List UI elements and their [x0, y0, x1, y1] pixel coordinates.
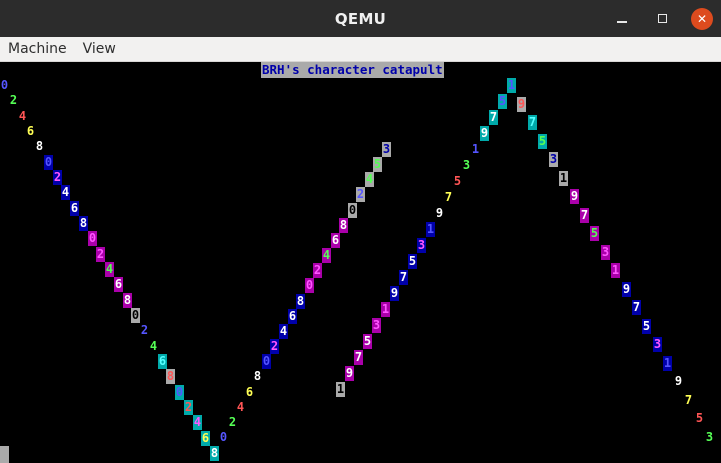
screen-glyph: 6 [158, 354, 167, 369]
screen-glyph: 8 [253, 369, 262, 383]
screen-glyph: 8 [166, 369, 175, 384]
screen-glyph: 2 [356, 187, 365, 202]
screen-glyph: 7 [444, 190, 453, 204]
screen-glyph: 7 [632, 300, 641, 315]
screen-glyph: 2 [140, 323, 149, 338]
screen-glyph: 7 [489, 110, 498, 125]
screen-glyph: 6 [331, 233, 340, 248]
screen-glyph: 2 [313, 263, 322, 278]
screen-glyph: 4 [61, 185, 70, 200]
screen-glyph: 5 [453, 174, 462, 188]
screen-glyph: 4 [193, 415, 202, 430]
screen-glyph: 6 [245, 385, 254, 399]
screen-glyph: 9 [622, 282, 631, 297]
screen-glyph: 9 [517, 97, 526, 112]
screen-glyph: 1 [663, 356, 672, 371]
screen-glyph: 1 [507, 78, 516, 93]
screen-glyph: 8 [339, 218, 348, 233]
screen-glyph: 4 [322, 248, 331, 263]
screen-glyph: 8 [210, 446, 219, 461]
screen-glyph: 3 [601, 245, 610, 260]
screen-glyph: 5 [538, 134, 547, 149]
screen-glyph: 9 [390, 286, 399, 301]
screen-glyph: 1 [611, 263, 620, 278]
screen-glyph: 3 [462, 158, 471, 172]
screen-glyph: 3 [705, 430, 714, 444]
screen-glyph: 9 [345, 366, 354, 381]
screen-glyph: 7 [528, 115, 537, 130]
screen-glyph: 5 [642, 319, 651, 334]
menu-view[interactable]: View [75, 41, 124, 57]
screen-glyph: 6 [288, 309, 297, 324]
vm-display[interactable]: BRH's character catapult 024680246802468… [0, 62, 721, 463]
screen-glyph: 0 [175, 385, 184, 400]
screen-glyph: 4 [149, 339, 158, 354]
screen-glyph: 1 [336, 382, 345, 397]
screen-glyph: 9 [435, 206, 444, 220]
window-titlebar[interactable]: QEMU ✕ [0, 0, 721, 37]
screen-glyph: 1 [471, 142, 480, 156]
screen-glyph: 4 [18, 109, 27, 123]
screen-glyph: 5 [373, 157, 382, 172]
screen-glyph: 8 [35, 139, 44, 153]
screen-glyph: 0 [88, 231, 97, 246]
screen-glyph: 1 [559, 171, 568, 186]
screen-glyph: 7 [580, 208, 589, 223]
screen-glyph: 3 [653, 337, 662, 352]
screen-glyph: 2 [53, 170, 62, 185]
screen-glyph: 2 [228, 415, 237, 429]
screen-glyph: 1 [426, 222, 435, 237]
screen-glyph: 1 [381, 302, 390, 317]
screen-glyph: 5 [695, 411, 704, 425]
screen-glyph: 0 [262, 354, 271, 369]
screen-glyph: 0 [0, 78, 9, 92]
screen-glyph: 2 [9, 93, 18, 107]
screen-glyph: 5 [363, 334, 372, 349]
screen-glyph: 0 [219, 430, 228, 444]
screen-glyph: 4 [365, 172, 374, 187]
screen-glyph: 8 [296, 294, 305, 309]
banner-text: BRH's character catapult [261, 62, 444, 78]
screen-glyph: 6 [70, 201, 79, 216]
screen-glyph: 5 [498, 94, 507, 109]
screen-glyph: 3 [372, 318, 381, 333]
close-icon[interactable]: ✕ [691, 7, 713, 30]
screen-glyph: 9 [674, 374, 683, 388]
screen-glyph: 9 [480, 126, 489, 141]
screen-glyph: 0 [131, 308, 140, 323]
screen-glyph: 9 [570, 189, 579, 204]
screen-glyph: 2 [270, 339, 279, 354]
screen-glyph: 3 [417, 238, 426, 253]
minimize-icon[interactable] [611, 8, 633, 30]
screen-glyph: 3 [382, 142, 391, 157]
text-cursor [0, 446, 9, 463]
screen-glyph: 2 [184, 400, 193, 415]
window-controls: ✕ [611, 0, 713, 37]
screen-glyph: 6 [26, 124, 35, 138]
screen-glyph: 3 [549, 152, 558, 167]
screen-glyph: 0 [348, 203, 357, 218]
screen-glyph: 7 [399, 270, 408, 285]
screen-glyph: 5 [408, 254, 417, 269]
screen-glyph: 8 [123, 293, 132, 308]
screen-glyph: 5 [590, 226, 599, 241]
screen-glyph: 0 [305, 278, 314, 293]
screen-glyph: 6 [201, 431, 210, 446]
screen-glyph: 7 [354, 350, 363, 365]
screen-glyph: 6 [114, 277, 123, 292]
menu-bar: Machine View [0, 37, 721, 62]
screen-glyph: 0 [44, 155, 53, 170]
screen-glyph: 4 [279, 324, 288, 339]
maximize-icon[interactable] [651, 8, 673, 30]
screen-glyph: 4 [105, 262, 114, 277]
screen-glyph: 2 [96, 247, 105, 262]
screen-glyph: 7 [684, 393, 693, 407]
screen-glyph: 8 [79, 216, 88, 231]
menu-machine[interactable]: Machine [0, 41, 75, 57]
screen-glyph: 4 [236, 400, 245, 414]
window-title: QEMU [334, 9, 387, 28]
